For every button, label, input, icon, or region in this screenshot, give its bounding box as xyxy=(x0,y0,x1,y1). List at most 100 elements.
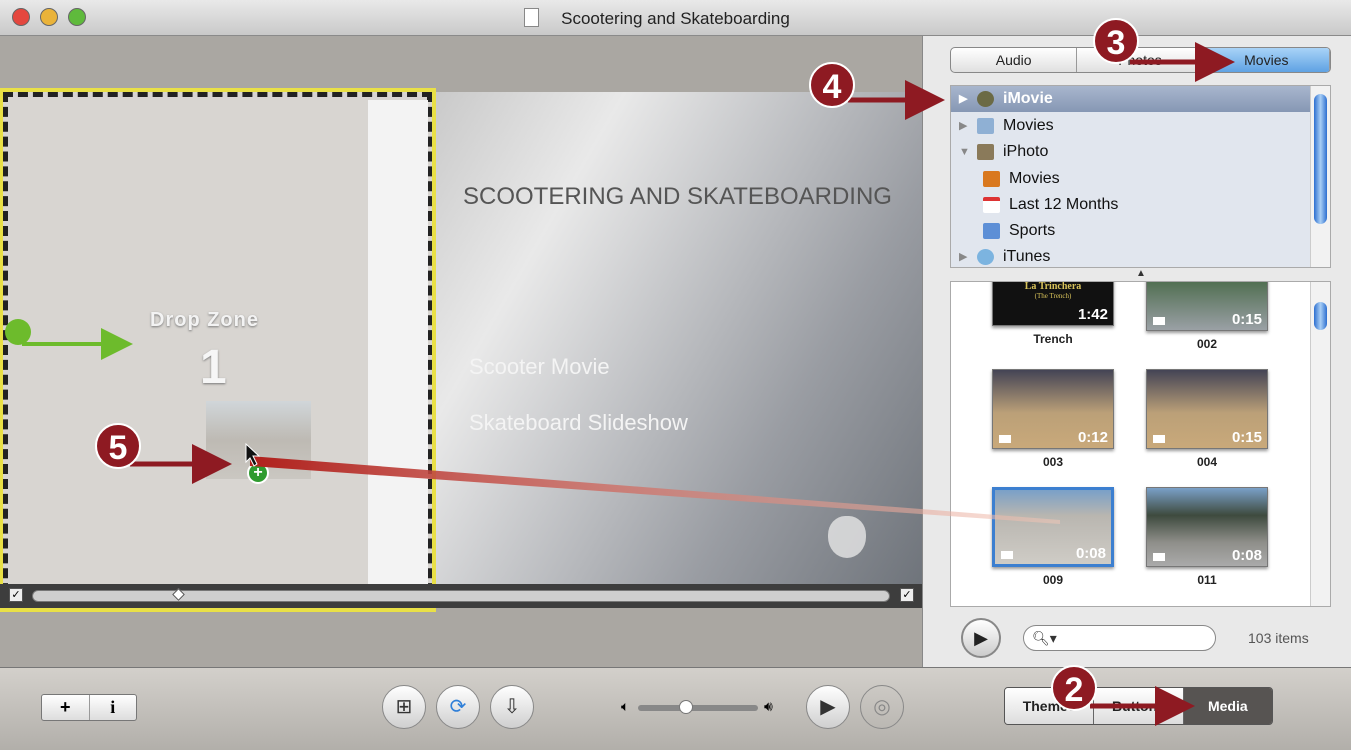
drop-zone-label: Drop Zone xyxy=(150,309,259,331)
apple-logo-icon xyxy=(828,516,866,558)
source-iphoto-movies[interactable]: Movies xyxy=(951,166,1311,192)
poster-title: La Trinchera xyxy=(1024,281,1082,292)
folder-movies-icon xyxy=(977,118,994,134)
source-itunes[interactable]: ▶ iTunes xyxy=(951,244,1311,270)
tab-audio[interactable]: Audio xyxy=(951,48,1078,72)
source-label: Sports xyxy=(1009,222,1056,239)
map-view-button[interactable]: ⊞ xyxy=(382,685,426,729)
itunes-icon xyxy=(977,249,994,265)
video-camera-icon xyxy=(999,435,1011,443)
loop-icon: ⟳ xyxy=(449,696,467,718)
menu-button-scooter-movie[interactable]: Scooter Movie xyxy=(469,354,610,380)
clip-duration: 1:42 xyxy=(1077,306,1108,323)
drop-zone-edge xyxy=(368,100,428,586)
info-button[interactable]: i xyxy=(90,695,137,720)
volume-low-icon: 🔈︎ xyxy=(621,698,630,714)
source-label: iTunes xyxy=(1003,248,1051,265)
source-last-12-months[interactable]: Last 12 Months xyxy=(951,192,1311,218)
clip-003[interactable]: 0:12 003 xyxy=(992,369,1114,469)
window-title: Scootering and Skateboarding xyxy=(561,9,790,28)
clip-duration: 0:08 xyxy=(1075,545,1106,562)
iphoto-icon xyxy=(977,144,994,160)
motion-toggle-button[interactable]: ⟳ xyxy=(436,685,480,729)
source-label: Movies xyxy=(1003,117,1054,134)
clip-thumbnail: 0:15 xyxy=(1146,282,1268,331)
clip-name: 011 xyxy=(1197,573,1217,587)
source-list: ▶ iMovie ▶ Movies ▼ iPhoto Movies Last 12 M… xyxy=(950,85,1331,268)
volume-high-icon: 🔊︎ xyxy=(764,698,773,714)
clip-thumbnail: 0:08 xyxy=(992,487,1114,567)
media-tabs: Audio Photos Movies xyxy=(950,47,1331,73)
add-button[interactable]: + xyxy=(42,695,90,720)
menu-preview xyxy=(432,92,922,584)
video-camera-icon xyxy=(1153,317,1165,325)
source-label: Movies xyxy=(1009,170,1060,187)
clip-name: 003 xyxy=(1042,455,1064,469)
clip-grid: La Trinchera (The Trench) 1:42 Trench 0:… xyxy=(950,281,1331,607)
pane-selector: Themes Buttons Media xyxy=(1004,687,1273,725)
iphoto-movies-icon xyxy=(983,171,1000,187)
callout-2: 2 xyxy=(1051,665,1097,711)
poster-subtitle: (The Trench) xyxy=(1034,292,1072,300)
play-icon: ▶ xyxy=(820,696,836,718)
import-icon: ⇩ xyxy=(503,696,521,718)
clip-name: 002 xyxy=(1196,337,1218,351)
clip-thumbnail: La Trinchera (The Trench) 1:42 xyxy=(992,281,1114,326)
clip-trench[interactable]: La Trinchera (The Trench) 1:42 Trench xyxy=(992,281,1114,346)
clip-name: Trench xyxy=(1033,332,1073,346)
sitemap-icon: ⊞ xyxy=(395,696,413,718)
media-button[interactable]: Media xyxy=(1183,688,1272,724)
callout-4: 4 xyxy=(809,62,855,108)
volume-knob[interactable] xyxy=(679,700,693,714)
callout-5: 5 xyxy=(95,423,141,469)
end-checkbox[interactable]: ✓ xyxy=(900,588,914,602)
start-checkbox[interactable]: ✓ xyxy=(9,588,23,602)
video-camera-icon xyxy=(1153,553,1165,561)
clip-009[interactable]: 0:08 009 xyxy=(992,487,1114,587)
source-movies[interactable]: ▶ Movies xyxy=(951,113,1311,139)
burn-disc-button[interactable]: ◎ xyxy=(860,685,904,729)
splitter-handle-icon[interactable]: ▲ xyxy=(1136,268,1146,279)
clip-004[interactable]: 0:15 004 xyxy=(1146,369,1268,469)
clip-duration: 0:12 xyxy=(1077,429,1108,446)
clip-name: 004 xyxy=(1196,455,1218,469)
clip-002[interactable]: 0:15 002 xyxy=(1146,282,1268,351)
preview-play-button[interactable]: ▶ xyxy=(961,618,1001,658)
video-camera-icon xyxy=(1001,551,1013,559)
menu-button-skateboard-slideshow[interactable]: Skateboard Slideshow xyxy=(469,410,688,436)
tab-movies[interactable]: Movies xyxy=(1203,48,1330,72)
search-icon: 🔍︎▾ xyxy=(1032,630,1057,646)
burn-button[interactable]: ⇩ xyxy=(490,685,534,729)
clip-duration: 0:15 xyxy=(1231,429,1262,446)
source-label: iMovie xyxy=(1003,90,1053,107)
drop-zone-number: 1 xyxy=(200,341,227,394)
timeline-scrubber[interactable] xyxy=(32,590,890,602)
clip-thumbnail: 0:15 xyxy=(1146,369,1268,449)
source-sports[interactable]: Sports xyxy=(951,218,1311,244)
play-button[interactable]: ▶ xyxy=(806,685,850,729)
menu-title[interactable]: SCOOTERING AND SKATEBOARDING xyxy=(463,183,892,211)
source-iphoto[interactable]: ▼ iPhoto xyxy=(951,139,1311,165)
calendar-icon xyxy=(983,197,1000,213)
volume-slider[interactable] xyxy=(638,705,758,711)
media-search-input[interactable]: 🔍︎▾ xyxy=(1023,625,1216,651)
source-imovie[interactable]: ▶ iMovie xyxy=(951,86,1311,112)
clip-name: 009 xyxy=(1042,573,1064,587)
scroll-thumb[interactable] xyxy=(1314,302,1327,330)
source-label: Last 12 Months xyxy=(1009,196,1119,213)
clip-thumbnail: 0:12 xyxy=(992,369,1114,449)
source-label: iPhoto xyxy=(1003,143,1049,160)
item-count: 103 items xyxy=(1248,630,1309,646)
clip-thumbnail: 0:08 xyxy=(1146,487,1268,567)
add-info-group: + i xyxy=(41,694,137,721)
source-list-scrollbar[interactable] xyxy=(1310,86,1330,267)
title-bar: Scootering and Skateboarding xyxy=(0,0,1351,36)
clip-duration: 0:15 xyxy=(1231,311,1262,328)
callout-3: 3 xyxy=(1093,18,1139,64)
clip-011[interactable]: 0:08 011 xyxy=(1146,487,1268,587)
clip-duration: 0:08 xyxy=(1231,547,1262,564)
scroll-thumb[interactable] xyxy=(1314,94,1327,224)
aperture-icon: ◎ xyxy=(873,696,891,718)
buttons-button[interactable]: Buttons xyxy=(1094,688,1184,724)
clip-grid-scrollbar[interactable] xyxy=(1310,282,1330,606)
